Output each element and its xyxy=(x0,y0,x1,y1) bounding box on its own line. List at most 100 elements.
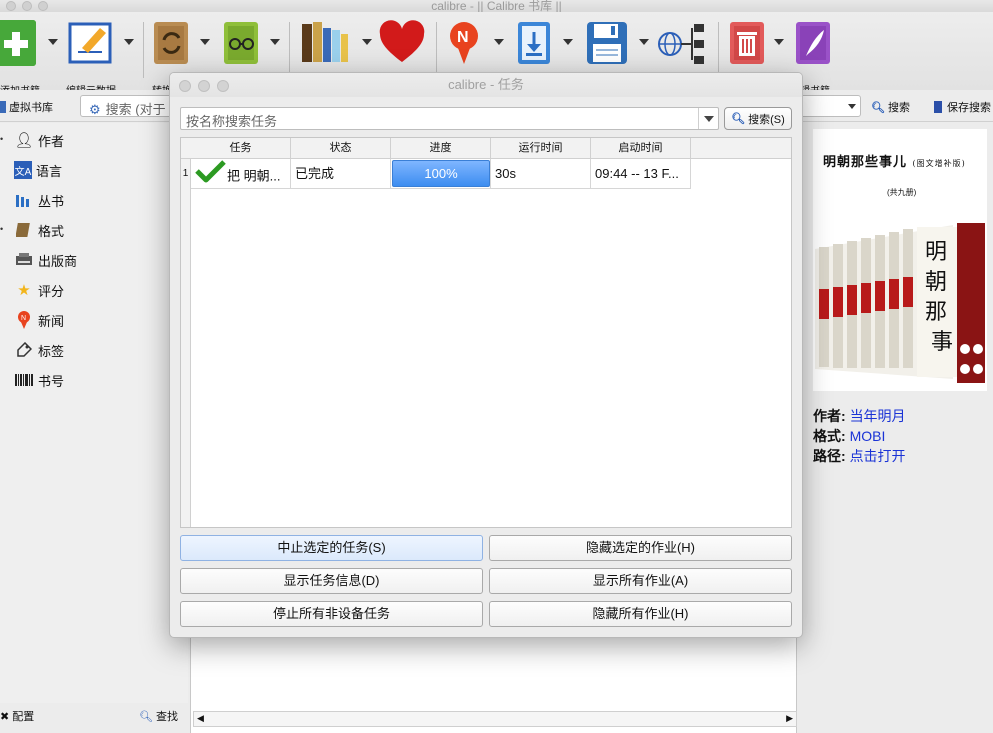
show-job-details-button[interactable]: 显示任务信息(D) xyxy=(180,568,483,594)
tag-item-authors[interactable]: 👤︎ 作者 xyxy=(14,129,64,151)
main-window-titlebar: calibre - || Calibre 书库 || xyxy=(0,0,993,12)
horizontal-scrollbar[interactable]: ◀ ▶ xyxy=(193,711,797,727)
tag-item-news[interactable]: N 新闻 xyxy=(14,309,64,331)
library-dropdown[interactable] xyxy=(362,39,372,45)
dialog-close-button[interactable] xyxy=(179,80,191,92)
path-link[interactable]: 点击打开 xyxy=(850,448,906,464)
save-search-button[interactable]: 保存搜索 xyxy=(934,99,991,115)
abort-selected-jobs-button[interactable]: 中止选定的任务(S) xyxy=(180,535,483,561)
job-search-dropdown[interactable] xyxy=(698,108,718,129)
scroll-right-icon[interactable]: ▶ xyxy=(786,713,793,724)
tag-item-formats[interactable]: 格式 xyxy=(14,219,64,241)
edit-metadata-button[interactable]: 编辑元数据 xyxy=(66,20,116,97)
job-search-input[interactable]: 按名称搜索任务 xyxy=(180,107,719,130)
path-label: 路径: xyxy=(813,448,846,464)
jobs-table-header: 任务 状态 进度 运行时间 启动时间 xyxy=(181,138,791,159)
edit-metadata-dropdown[interactable] xyxy=(124,39,134,45)
hide-selected-jobs-button[interactable]: 隐藏选定的作业(H) xyxy=(489,535,792,561)
author-link[interactable]: 当年明月 xyxy=(850,408,906,424)
svg-text:明: 明 xyxy=(925,240,947,265)
hide-selected-label: 隐藏选定的作业(H) xyxy=(585,540,696,555)
hide-all-jobs-button[interactable]: 隐藏所有作业(H) xyxy=(489,601,792,627)
svg-text:N: N xyxy=(457,29,469,46)
author-row: 作者: 当年明月 xyxy=(813,406,906,426)
save-to-disk-dropdown[interactable] xyxy=(639,39,649,45)
tag-label: 新闻 xyxy=(38,313,65,329)
jobs-table[interactable]: 任务 状态 进度 运行时间 启动时间 1 把 明朝... 已完成 100% 30… xyxy=(180,137,792,528)
author-label: 作者: xyxy=(813,408,846,424)
add-books-dropdown[interactable] xyxy=(48,39,58,45)
fetch-news-dropdown[interactable] xyxy=(494,39,504,45)
find-button[interactable]: 🔍︎ 查找 xyxy=(139,708,178,724)
zoom-window-button[interactable] xyxy=(38,1,48,11)
dialog-zoom-button[interactable] xyxy=(217,80,229,92)
save-search-label: 保存搜索 xyxy=(947,102,991,114)
gear-icon: ⚙ xyxy=(89,102,101,117)
job-search-button[interactable]: 🔍︎ 搜索(S) xyxy=(724,107,792,130)
toolbar-separator xyxy=(436,22,437,78)
jobs-dialog-title: calibre - 任务 xyxy=(448,77,524,92)
job-search-placeholder: 按名称搜索任务 xyxy=(186,114,278,129)
configure-button[interactable]: ✖ 配置 xyxy=(0,708,34,724)
tag-icon xyxy=(14,341,34,359)
virtual-library-label: 虚拟书库 xyxy=(9,102,53,114)
show-all-jobs-button[interactable]: 显示所有作业(A) xyxy=(489,568,792,594)
close-window-button[interactable] xyxy=(6,1,16,11)
checkmark-icon xyxy=(193,159,227,188)
tag-label: 评分 xyxy=(38,283,65,299)
dialog-minimize-button[interactable] xyxy=(198,80,210,92)
expand-arrow[interactable]: • xyxy=(0,134,3,144)
abort-selected-label: 中止选定的任务(S) xyxy=(277,540,386,555)
scroll-left-icon[interactable]: ◀ xyxy=(197,713,204,724)
column-header-task[interactable]: 任务 xyxy=(191,138,291,158)
book-cover[interactable]: 明朝那些事儿 (图文增补版) (共九册) 明 朝 那 事 xyxy=(813,129,987,391)
edit-metadata-icon xyxy=(68,20,112,66)
view-book-dropdown[interactable] xyxy=(270,39,280,45)
column-header-start-time[interactable]: 启动时间 xyxy=(591,138,691,158)
job-task-cell[interactable]: 把 明朝... xyxy=(191,159,291,189)
find-label: 查找 xyxy=(156,711,179,723)
add-books-button[interactable]: 添加书籍 xyxy=(0,20,40,97)
show-info-label: 显示任务信息(D) xyxy=(283,573,380,588)
job-status-cell[interactable]: 已完成 xyxy=(291,159,391,189)
configure-label: 配置 xyxy=(12,711,35,723)
main-window-title: calibre - || Calibre 书库 || xyxy=(431,0,562,12)
format-link[interactable]: MOBI xyxy=(850,428,886,444)
cover-volumes: (共九册) xyxy=(887,188,917,197)
jobs-dialog: calibre - 任务 按名称搜索任务 🔍︎ 搜索(S) 任务 状态 进度 运行… xyxy=(169,72,803,638)
tag-item-ratings[interactable]: ★ 评分 xyxy=(14,279,64,301)
send-to-device-dropdown[interactable] xyxy=(563,39,573,45)
tag-item-identifiers[interactable]: 书号 xyxy=(14,369,64,391)
stop-non-device-jobs-button[interactable]: 停止所有非设备任务 xyxy=(180,601,483,627)
reader-glasses-icon xyxy=(222,20,262,66)
search-icon: 🔍︎ xyxy=(871,102,885,114)
tag-item-publishers[interactable]: 出版商 xyxy=(14,249,77,271)
news-fetch-icon: N xyxy=(446,20,486,66)
job-progress-bar: 100% xyxy=(392,160,490,187)
tag-label: 标签 xyxy=(38,343,65,359)
remove-books-dropdown[interactable] xyxy=(774,39,784,45)
column-header-runtime[interactable]: 运行时间 xyxy=(491,138,591,158)
bookmark-icon xyxy=(934,101,942,113)
search-button-label: 搜索 xyxy=(888,102,911,114)
column-header-status[interactable]: 状态 xyxy=(291,138,391,158)
job-runtime-cell[interactable]: 30s xyxy=(491,159,591,189)
jobs-dialog-titlebar: calibre - 任务 xyxy=(170,73,802,97)
expand-arrow[interactable]: • xyxy=(0,224,3,234)
virtual-library-icon xyxy=(0,101,6,113)
job-start-time-cell[interactable]: 09:44 -- 13 F... xyxy=(591,159,691,189)
tag-label: 格式 xyxy=(38,223,65,239)
tag-item-series[interactable]: 丛书 xyxy=(14,189,64,211)
search-button[interactable]: 🔍︎ 搜索 xyxy=(871,99,910,115)
row-number-column xyxy=(181,189,191,527)
tag-item-tags[interactable]: 标签 xyxy=(14,339,64,361)
convert-books-dropdown[interactable] xyxy=(200,39,210,45)
saved-search-combo[interactable] xyxy=(800,95,861,117)
column-header-progress[interactable]: 进度 xyxy=(391,138,491,158)
svg-text:N: N xyxy=(21,315,26,322)
virtual-library-button[interactable]: 虚拟书库 xyxy=(0,99,53,115)
job-task-name: 把 明朝... xyxy=(227,168,281,184)
minimize-window-button[interactable] xyxy=(22,1,32,11)
tag-item-languages[interactable]: 文A 语言 xyxy=(14,159,62,181)
tag-browser: • 👤︎ 作者 文A 语言 丛书 • 格式 出版商 ★ 评分 N 新闻 标签 书号 xyxy=(0,123,188,703)
